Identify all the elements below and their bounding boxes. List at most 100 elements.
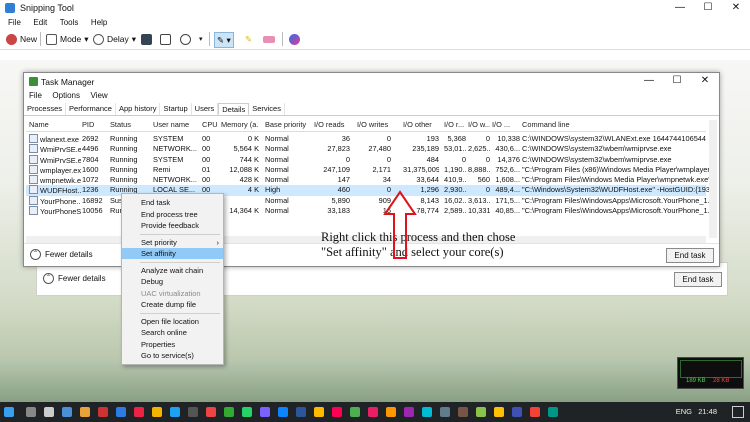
column-header-base-priority[interactable]: Base priority bbox=[265, 120, 310, 130]
menu-file[interactable]: File bbox=[8, 18, 21, 27]
save-icon[interactable] bbox=[141, 32, 152, 46]
taskbar-app-icon[interactable] bbox=[530, 407, 540, 417]
menu-item-end-process-tree[interactable]: End process tree bbox=[122, 209, 223, 220]
tab-services[interactable]: Services bbox=[249, 103, 285, 115]
close-button[interactable]: ✕ bbox=[722, 0, 750, 17]
menu-help[interactable]: Help bbox=[91, 18, 107, 27]
tab-processes[interactable]: Processes bbox=[24, 103, 67, 115]
taskbar-app-icon[interactable] bbox=[62, 407, 72, 417]
taskbar-app-icon[interactable] bbox=[296, 407, 306, 417]
menu-item-go-to-service-s[interactable]: Go to service(s) bbox=[122, 350, 223, 361]
maximize-button[interactable]: ☐ bbox=[694, 0, 722, 17]
menu-item-debug[interactable]: Debug bbox=[122, 276, 223, 287]
taskbar-app-icon[interactable] bbox=[242, 407, 252, 417]
menu-item-set-affinity[interactable]: Set affinity bbox=[122, 248, 223, 259]
menu-options[interactable]: Options bbox=[52, 91, 80, 100]
tab-startup[interactable]: Startup bbox=[160, 103, 192, 115]
taskbar-app-icon[interactable] bbox=[188, 407, 198, 417]
fewer-details-toggle-back[interactable]: ⌃ Fewer details bbox=[43, 273, 106, 284]
copy-icon[interactable] bbox=[160, 32, 171, 46]
minimize-button[interactable]: — bbox=[635, 73, 663, 90]
notifications-icon[interactable] bbox=[732, 406, 744, 418]
taskbar-app-icon[interactable] bbox=[170, 407, 180, 417]
send-snip-icon[interactable] bbox=[180, 32, 191, 46]
taskbar-app-icon[interactable] bbox=[224, 407, 234, 417]
eraser-icon[interactable] bbox=[263, 32, 275, 46]
table-row[interactable]: WmiPrvSE.e...7804RunningSYSTEM00744 KNor… bbox=[26, 154, 706, 165]
end-task-button[interactable]: End task bbox=[666, 248, 714, 263]
menu-item-properties[interactable]: Properties bbox=[122, 339, 223, 350]
menu-edit[interactable]: Edit bbox=[33, 18, 47, 27]
taskbar-app-icon[interactable] bbox=[368, 407, 378, 417]
taskbar-app-icon[interactable] bbox=[350, 407, 360, 417]
menu-item-open-file-location[interactable]: Open file location bbox=[122, 316, 223, 327]
taskbar-app-icon[interactable] bbox=[512, 407, 522, 417]
maximize-button[interactable]: ☐ bbox=[663, 73, 691, 90]
taskbar-app-icon[interactable] bbox=[440, 407, 450, 417]
menu-item-end-task[interactable]: End task bbox=[122, 197, 223, 208]
taskbar-app-icon[interactable] bbox=[422, 407, 432, 417]
column-header-memory[interactable]: Memory (a... bbox=[221, 120, 259, 130]
taskbar-app-icon[interactable] bbox=[386, 407, 396, 417]
column-header-io-reads[interactable]: I/O reads bbox=[314, 120, 350, 130]
tab-app-history[interactable]: App history bbox=[116, 103, 161, 115]
menu-view[interactable]: View bbox=[91, 91, 108, 100]
column-header-user-name[interactable]: User name bbox=[153, 120, 199, 130]
fewer-details-toggle[interactable]: ⌃ Fewer details bbox=[30, 249, 93, 260]
taskbar-app-icon[interactable] bbox=[116, 407, 126, 417]
column-header-io-other-bytes[interactable]: I/O ... bbox=[492, 120, 520, 130]
pen-icon[interactable]: ✎ ▾ bbox=[214, 32, 234, 48]
column-header-io-write-bytes[interactable]: I/O w... bbox=[468, 120, 490, 130]
end-task-button-back[interactable]: End task bbox=[674, 272, 722, 287]
taskbar-app-icon[interactable] bbox=[206, 407, 216, 417]
menu-item-analyze-wait-chain[interactable]: Analyze wait chain bbox=[122, 265, 223, 276]
tab-performance[interactable]: Performance bbox=[66, 103, 116, 115]
table-row[interactable]: wlanext.exe 2692 Running SYSTEM 00 0 K Normal 3… bbox=[26, 134, 706, 144]
column-header-pid[interactable]: PID bbox=[82, 120, 108, 130]
taskbar-app-icon[interactable] bbox=[314, 407, 324, 417]
taskbar-app-icon[interactable] bbox=[98, 407, 108, 417]
taskbar-app-icon[interactable] bbox=[44, 407, 54, 417]
menu-item-provide-feedback[interactable]: Provide feedback bbox=[122, 220, 223, 231]
new-button[interactable]: New bbox=[6, 32, 37, 46]
menu-item-search-online[interactable]: Search online bbox=[122, 327, 223, 338]
start-windows-icon[interactable] bbox=[4, 407, 14, 417]
column-header-status[interactable]: Status bbox=[110, 120, 150, 130]
taskbar-app-icon[interactable] bbox=[134, 407, 144, 417]
table-row[interactable]: WmiPrvSE.exe4496RunningNETWORK...005,564… bbox=[26, 144, 706, 154]
input-language[interactable]: ENG bbox=[676, 407, 692, 416]
column-header-io-writes[interactable]: I/O writes bbox=[357, 120, 391, 130]
column-header-io-read-bytes[interactable]: I/O r... bbox=[444, 120, 466, 130]
column-header-command-line[interactable]: Command line bbox=[522, 120, 712, 130]
taskbar-app-icon[interactable] bbox=[548, 407, 558, 417]
taskbar-app-icon[interactable] bbox=[260, 407, 270, 417]
send-dropdown-icon[interactable]: ▾ bbox=[199, 32, 203, 46]
mode-button[interactable]: Mode ▾ bbox=[46, 32, 89, 46]
table-row[interactable]: wmpnetwk.e...1072RunningNETWORK...00428 … bbox=[26, 175, 711, 185]
taskbar-app-icon[interactable] bbox=[404, 407, 414, 417]
menu-item-create-dump-file[interactable]: Create dump file bbox=[122, 299, 223, 310]
tab-details[interactable]: Details bbox=[218, 103, 250, 115]
taskbar-app-icon[interactable] bbox=[494, 407, 504, 417]
close-button[interactable]: ✕ bbox=[691, 73, 719, 90]
highlighter-icon[interactable]: ✎ bbox=[245, 32, 252, 46]
taskbar-app-icon[interactable] bbox=[26, 407, 36, 417]
menu-item-set-priority[interactable]: Set priority › bbox=[122, 237, 223, 248]
taskbar-app-icon[interactable] bbox=[278, 407, 288, 417]
paint3d-icon[interactable] bbox=[289, 32, 300, 46]
taskbar-app-icon[interactable] bbox=[458, 407, 468, 417]
table-row[interactable]: wmplayer.exe 1600 Running Remi 01 12,088 K Nor… bbox=[26, 164, 712, 175]
column-header-cpu[interactable]: CPU bbox=[202, 120, 217, 130]
taskbar-app-icon[interactable] bbox=[332, 407, 342, 417]
column-header-name[interactable]: Name bbox=[29, 120, 81, 130]
taskbar-app-icon[interactable] bbox=[80, 407, 90, 417]
taskbar-app-icon[interactable] bbox=[152, 407, 162, 417]
tab-users[interactable]: Users bbox=[192, 103, 219, 115]
menu-tools[interactable]: Tools bbox=[60, 18, 79, 27]
delay-button[interactable]: Delay ▾ bbox=[93, 32, 136, 46]
taskbar-app-icon[interactable] bbox=[476, 407, 486, 417]
vertical-scrollbar[interactable] bbox=[709, 120, 717, 238]
column-header-io-other[interactable]: I/O other bbox=[403, 120, 439, 130]
menu-file[interactable]: File bbox=[29, 91, 42, 100]
minimize-button[interactable]: — bbox=[666, 0, 694, 17]
